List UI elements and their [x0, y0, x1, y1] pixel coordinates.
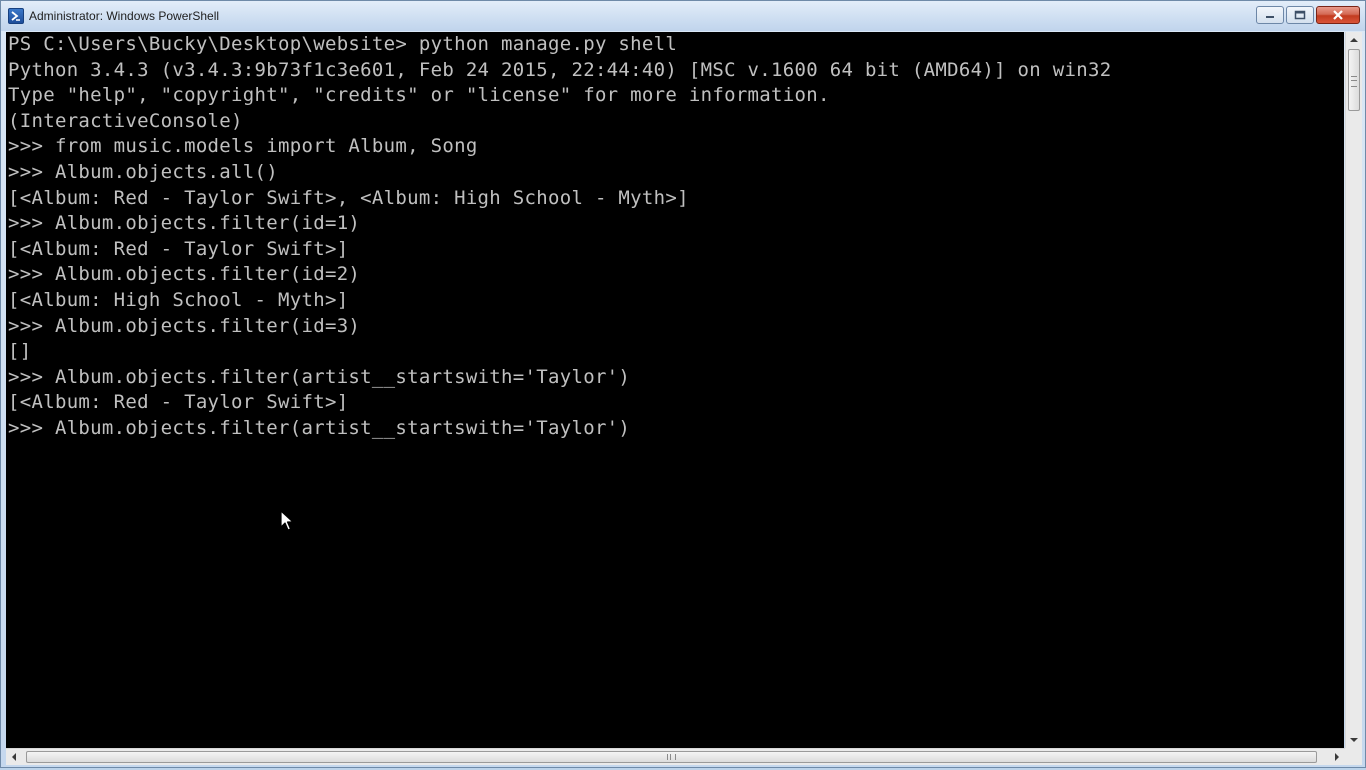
scroll-right-arrow-icon	[1335, 753, 1339, 761]
console-area[interactable]: PS C:\Users\Bucky\Desktop\website> pytho…	[6, 32, 1344, 748]
console-line: (InteractiveConsole)	[8, 109, 243, 132]
horizontal-scrollbar[interactable]	[6, 748, 1345, 765]
console-prompt-line[interactable]: >>> Album.objects.filter(artist__startsw…	[8, 416, 1111, 442]
vertical-scroll-thumb[interactable]	[1348, 49, 1360, 111]
maximize-icon	[1294, 10, 1306, 20]
close-icon	[1333, 10, 1343, 20]
minimize-icon	[1266, 16, 1274, 18]
powershell-window: Administrator: Windows PowerShell PS C:\…	[0, 0, 1366, 768]
console-line: >>> Album.objects.all()	[8, 160, 278, 183]
size-grip[interactable]	[1345, 748, 1362, 765]
console-line: >>> from music.models import Album, Song	[8, 135, 478, 158]
scroll-down-arrow-icon	[1350, 738, 1358, 742]
console-line: PS C:\Users\Bucky\Desktop\website> pytho…	[8, 33, 678, 55]
scroll-down-button[interactable]	[1346, 731, 1362, 748]
console-line: [<Album: Red - Taylor Swift>, <Album: Hi…	[8, 186, 689, 209]
scroll-up-arrow-icon	[1350, 38, 1358, 42]
console-line: >>> Album.objects.filter(id=2)	[8, 263, 361, 286]
console-line: >>> Album.objects.filter(artist__startsw…	[8, 365, 631, 388]
scroll-up-button[interactable]	[1346, 32, 1362, 49]
console-line: [<Album: Red - Taylor Swift>]	[8, 237, 349, 260]
mouse-pointer-icon	[280, 510, 294, 531]
vertical-scrollbar[interactable]	[1345, 32, 1362, 748]
console-line: >>> Album.objects.filter(id=3)	[8, 314, 361, 337]
window-title: Administrator: Windows PowerShell	[29, 9, 220, 23]
scroll-left-arrow-icon	[12, 753, 16, 761]
caption-buttons	[1254, 6, 1360, 26]
console-line: Type "help", "copyright", "credits" or "…	[8, 84, 830, 107]
title-bar[interactable]: Administrator: Windows PowerShell	[1, 1, 1365, 31]
console-line: []	[8, 340, 32, 363]
minimize-button[interactable]	[1256, 6, 1284, 24]
console-line: Python 3.4.3 (v3.4.3:9b73f1c3e601, Feb 2…	[8, 58, 1112, 81]
scroll-right-button[interactable]	[1328, 749, 1345, 765]
horizontal-scroll-thumb[interactable]	[26, 751, 1317, 763]
powershell-icon[interactable]	[8, 8, 24, 24]
console-line: [<Album: High School - Myth>]	[8, 288, 349, 311]
maximize-button[interactable]	[1286, 6, 1314, 24]
close-button[interactable]	[1316, 6, 1360, 24]
console-line: [<Album: Red - Taylor Swift>]	[8, 391, 349, 414]
scroll-left-button[interactable]	[6, 749, 23, 765]
console-output: PS C:\Users\Bucky\Desktop\website> pytho…	[8, 32, 1111, 442]
console-line: >>> Album.objects.filter(id=1)	[8, 212, 361, 235]
